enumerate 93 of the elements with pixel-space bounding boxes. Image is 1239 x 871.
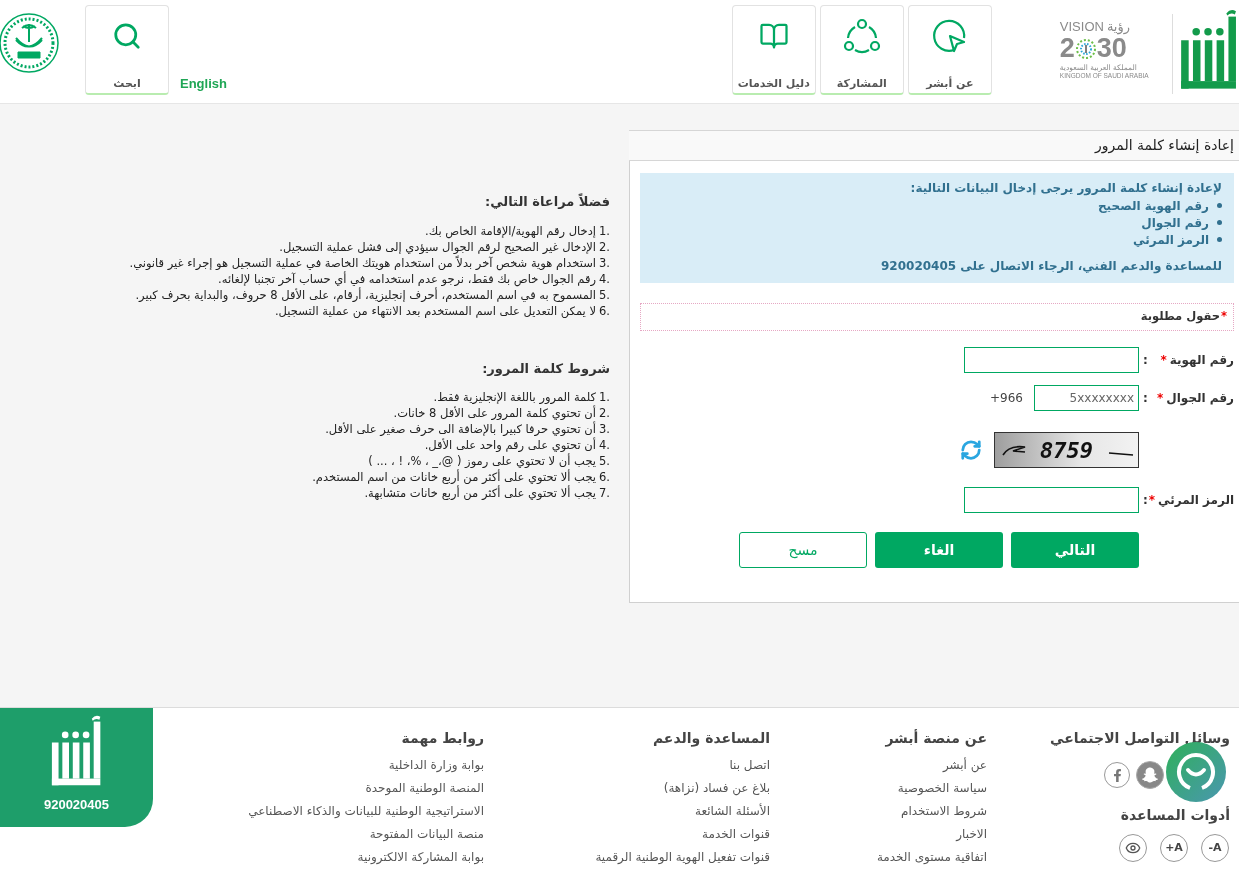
input-field[interactable] (964, 487, 1139, 513)
footer-link[interactable]: قنوات تفعيل الهوية الوطنية الرقمية (595, 848, 770, 871)
list-item-text: أن تحتوي حرفا كبيرا بالإضافة الى حرف صغير على الأقل. (325, 421, 596, 437)
list-number: 3. (599, 421, 610, 438)
share-nodes-icon (842, 18, 881, 54)
footer-heading: المساعدة والدعم (652, 729, 770, 749)
nav-tile[interactable]: دليل الخدمات (731, 5, 816, 95)
footer-link[interactable]: الاستراتيجية الوطنية للبيانات والذكاء الاصطناعي (248, 802, 484, 825)
colon-text: : (1142, 352, 1149, 369)
list-item-text: أن تحتوي على رقم واحد على الأقل. (424, 437, 596, 453)
logo-text: 30 (1096, 35, 1127, 62)
footer-heading: روابط مهمة (401, 729, 484, 749)
footer-heading: عن منصة أبشر (885, 728, 987, 749)
list-item-text: الإدخال غير الصحيح لرقم الجوال سيؤدي إلى فشل عملية التسجيل. (279, 239, 596, 255)
phone-number: 920020405 (43, 796, 110, 814)
footer-link[interactable]: بوابة وزارة الداخلية (388, 756, 484, 779)
logo-text: رؤية (1106, 20, 1131, 33)
support-text: للمساعدة والدعم الفني، الرجاء الاتصال على 920020405 (880, 258, 1222, 275)
list-number: 2. (599, 238, 610, 256)
country-code: +966 (990, 390, 1023, 407)
list-item-text: أن تحتوي كلمة المرور على الأقل 8 خانات. (393, 405, 596, 421)
info-bullet: الرمز المرئي (1133, 231, 1209, 249)
bullet-icon (1217, 203, 1222, 208)
bullet-icon (1217, 220, 1222, 225)
panel-title: إعادة إنشاء كلمة المرور (1095, 136, 1234, 156)
footer-link[interactable]: بلاغ عن فساد (نزاهة) (663, 779, 770, 802)
list-number: 5. (599, 286, 610, 304)
logo-text: VISION (1059, 20, 1104, 33)
list-number: 5. (599, 453, 610, 470)
nav-tile[interactable]: عن أبشر (907, 5, 992, 95)
noise-line-icon (1108, 452, 1134, 456)
ghost-icon (1142, 767, 1158, 783)
notes-heading: فضلاً مراعاة التالي: (483, 192, 610, 211)
list-item-text: إدخال رقم الهوية/الإقامة الخاص بك. (425, 222, 596, 240)
list-item-text: استخدام هوية شخص آخر بدلاً من استخدام هويتك الخاصة في عملية التسجيل هو إجراء غير قانوني. (129, 254, 596, 271)
input-field[interactable] (964, 347, 1139, 373)
list-item-text: المسموح به في اسم المستخدم، أحرف إنجليزية، أرقام، على الأقل 8 حروف، والبداية بحرف كبير. (135, 287, 596, 304)
field-label: رقم الجوال (1166, 390, 1234, 407)
palm-dots-icon (1074, 36, 1097, 61)
footer-link[interactable]: المنصة الوطنية الموحدة (365, 779, 484, 802)
list-item-text: رقم الجوال خاص بك فقط، نرجو عدم استخدامه في أي حساب آخر تجنبا لإلغائه. (218, 271, 596, 287)
required-mark: * (1148, 492, 1156, 509)
required-mark: * (1221, 308, 1227, 326)
footer-link[interactable]: الاخبار (956, 825, 987, 848)
snapchat-link[interactable] (1136, 761, 1164, 789)
footer-link[interactable]: منصة البيانات المفتوحة (369, 825, 484, 848)
field-label: رقم الهوية (1169, 352, 1234, 369)
info-text: لإعادة إنشاء كلمة المرور يرجى إدخال البيانات التالية: (909, 180, 1222, 197)
required-text: حقول مطلوبة (1140, 308, 1220, 326)
required-mark: * (1157, 390, 1164, 407)
footer-link[interactable]: قنوات الخدمة (702, 825, 770, 848)
footer-link[interactable]: اتفاقية مستوى الخدمة (876, 848, 987, 871)
list-number: 4. (599, 270, 610, 288)
list-number: 7. (599, 485, 610, 502)
footer-link[interactable]: شروط الاستخدام (900, 802, 987, 825)
list-number: 6. (599, 302, 610, 320)
noise-line-icon (1001, 443, 1027, 457)
list-item-text: لا يمكن التعديل على اسم المستخدم بعد الانتهاء من عملية التسجيل. (274, 302, 596, 320)
refresh-icon[interactable] (960, 439, 982, 461)
footer-link[interactable]: بوابة المشاركة الالكترونية (357, 848, 484, 871)
list-item-text: يجب أن لا تحتوي على رموز ( @،_ ، %، ! ، ... ) (368, 453, 596, 469)
footer-link[interactable]: الأسئلة الشائعة (695, 802, 770, 825)
nav-tile[interactable]: ابحث (85, 5, 169, 95)
list-number: 1. (599, 389, 610, 406)
footer-link[interactable]: عن أبشر (942, 756, 987, 779)
field-label: الرمز المرئي (1158, 492, 1234, 509)
bullet-icon (1217, 237, 1222, 242)
emblem-icon (0, 12, 60, 74)
list-item-text: يجب ألا تحتوي على أكثر من أربع خانات متشابهة. (364, 485, 596, 502)
footer-heading: أدوات المساعدة (1120, 805, 1230, 826)
list-item-text: يجب ألا تحتوي على أكثر من أربع خانات من اسم المستخدم. (312, 469, 596, 485)
footer-link[interactable]: اتصل بنا (729, 756, 770, 779)
list-number: 3. (599, 254, 610, 272)
cursor-circle-icon (931, 18, 968, 54)
mobile-field[interactable]: 5xxxxxxxx (1034, 385, 1139, 411)
list-number: 2. (599, 405, 610, 422)
required-mark: * (1160, 352, 1167, 369)
footer-link[interactable]: سياسة الخصوصية (897, 779, 987, 802)
nav-tile[interactable]: المشاركة (819, 5, 904, 95)
colon-text: : (1142, 390, 1149, 407)
eye-icon (1125, 840, 1141, 856)
info-bullet: رقم الهوية الصحيح (1097, 197, 1209, 215)
list-number: 4. (599, 437, 610, 454)
list-number: 6. (599, 469, 610, 486)
search-icon (112, 21, 142, 51)
notes-heading: شروط كلمة المرور: (481, 359, 610, 378)
captcha-code: 8759 (1040, 436, 1093, 465)
info-bullet: رقم الجوال (1141, 214, 1209, 232)
colon-text: : (1142, 492, 1149, 509)
list-item-text: كلمة المرور باللغة الإنجليزية فقط. (433, 389, 596, 405)
book-icon (758, 21, 789, 51)
list-number: 1. (599, 222, 610, 240)
logo-text: 2 (1059, 35, 1075, 62)
